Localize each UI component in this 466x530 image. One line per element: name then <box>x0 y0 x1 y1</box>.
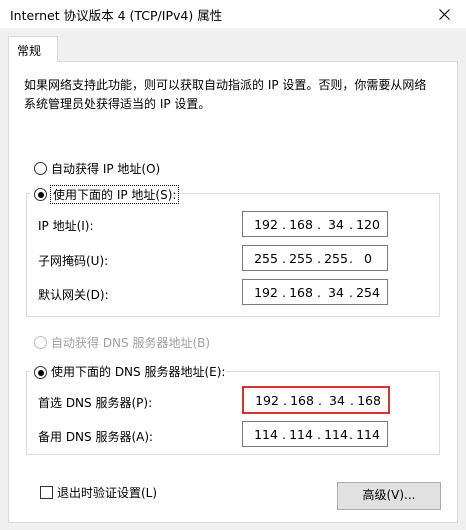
ip-octet: 192 <box>254 285 278 300</box>
dns-manual-radio[interactable] <box>34 366 47 379</box>
ip-octet: 255 <box>289 251 313 266</box>
ip-dot: . <box>317 251 321 266</box>
subnet-mask-input[interactable]: 255 . 255 . 255 . 0 <box>242 245 388 271</box>
tab-general[interactable]: 常规 <box>8 36 58 62</box>
ip-manual-radio[interactable] <box>34 188 47 201</box>
ip-dot: . <box>282 251 286 266</box>
preferred-dns-label: 首选 DNS 服务器(P): <box>38 396 153 410</box>
ip-octet: 0 <box>364 251 372 266</box>
window-title: Internet 协议版本 4 (TCP/IPv4) 属性 <box>10 8 223 23</box>
ip-dot: . <box>349 217 353 232</box>
validate-checkbox[interactable] <box>40 486 53 499</box>
ip-dot: . <box>349 427 353 442</box>
ip-dot: . <box>317 427 321 442</box>
gateway-input[interactable]: 192 . 168 . 34 . 254 <box>242 279 388 305</box>
dns-auto-label[interactable]: 自动获得 DNS 服务器地址(B) <box>51 334 210 351</box>
subnet-mask-label: 子网掩码(U): <box>38 254 109 268</box>
advanced-button[interactable]: 高级(V)... <box>337 482 441 510</box>
ip-octet: 255 <box>324 251 348 266</box>
ip-address-label: IP 地址(I): <box>38 219 94 233</box>
ip-manual-label[interactable]: 使用下面的 IP 地址(S): <box>50 185 180 204</box>
ip-auto-radio[interactable] <box>34 162 47 175</box>
ip-octet: 168 <box>289 285 313 300</box>
alternate-dns-input[interactable]: 114 . 114 . 114 . 114 <box>242 421 388 447</box>
ip-dot: . <box>282 427 286 442</box>
ip-dot: . <box>318 393 322 408</box>
ip-dot: . <box>317 285 321 300</box>
ip-dot: . <box>282 285 286 300</box>
ip-octet: 254 <box>356 285 380 300</box>
ip-octet: 34 <box>328 285 344 300</box>
ip-dot: . <box>283 393 287 408</box>
ip-octet: 168 <box>290 393 314 408</box>
ip-dot: . <box>317 217 321 232</box>
ip-octet: 192 <box>254 217 278 232</box>
close-button[interactable] <box>422 0 466 28</box>
ip-octet: 120 <box>356 217 380 232</box>
ip-octet: 168 <box>357 393 381 408</box>
preferred-dns-input[interactable]: 192 . 168 . 34 . 168 <box>242 386 390 414</box>
ip-octet: 114 <box>324 427 348 442</box>
ip-dot: . <box>350 393 354 408</box>
ip-auto-label[interactable]: 自动获得 IP 地址(O) <box>51 160 160 177</box>
gateway-label: 默认网关(D): <box>38 288 109 302</box>
close-icon <box>438 8 450 20</box>
ip-address-input[interactable]: 192 . 168 . 34 . 120 <box>242 211 388 237</box>
description-text: 如果网络支持此功能，则可以获取自动指派的 IP 设置。否则，你需要从网络系统管理… <box>24 78 427 111</box>
dns-manual-label[interactable]: 使用下面的 DNS 服务器地址(E): <box>51 363 225 380</box>
tab-general-label: 常规 <box>17 44 42 58</box>
dns-auto-radio[interactable] <box>34 336 47 349</box>
ip-octet: 34 <box>328 217 344 232</box>
ip-octet: 114 <box>289 427 313 442</box>
ip-dot: . <box>282 217 286 232</box>
ip-dot: . <box>349 285 353 300</box>
ip-octet: 34 <box>329 393 345 408</box>
ip-octet: 114 <box>356 427 380 442</box>
title-bar: Internet 协议版本 4 (TCP/IPv4) 属性 <box>0 0 466 28</box>
ip-dot: . <box>349 251 353 266</box>
ip-octet: 255 <box>254 251 278 266</box>
ip-octet: 168 <box>289 217 313 232</box>
ip-octet: 192 <box>255 393 279 408</box>
alternate-dns-label: 备用 DNS 服务器(A): <box>38 430 154 444</box>
validate-label[interactable]: 退出时验证设置(L) <box>57 484 157 501</box>
ip-octet: 114 <box>254 427 278 442</box>
